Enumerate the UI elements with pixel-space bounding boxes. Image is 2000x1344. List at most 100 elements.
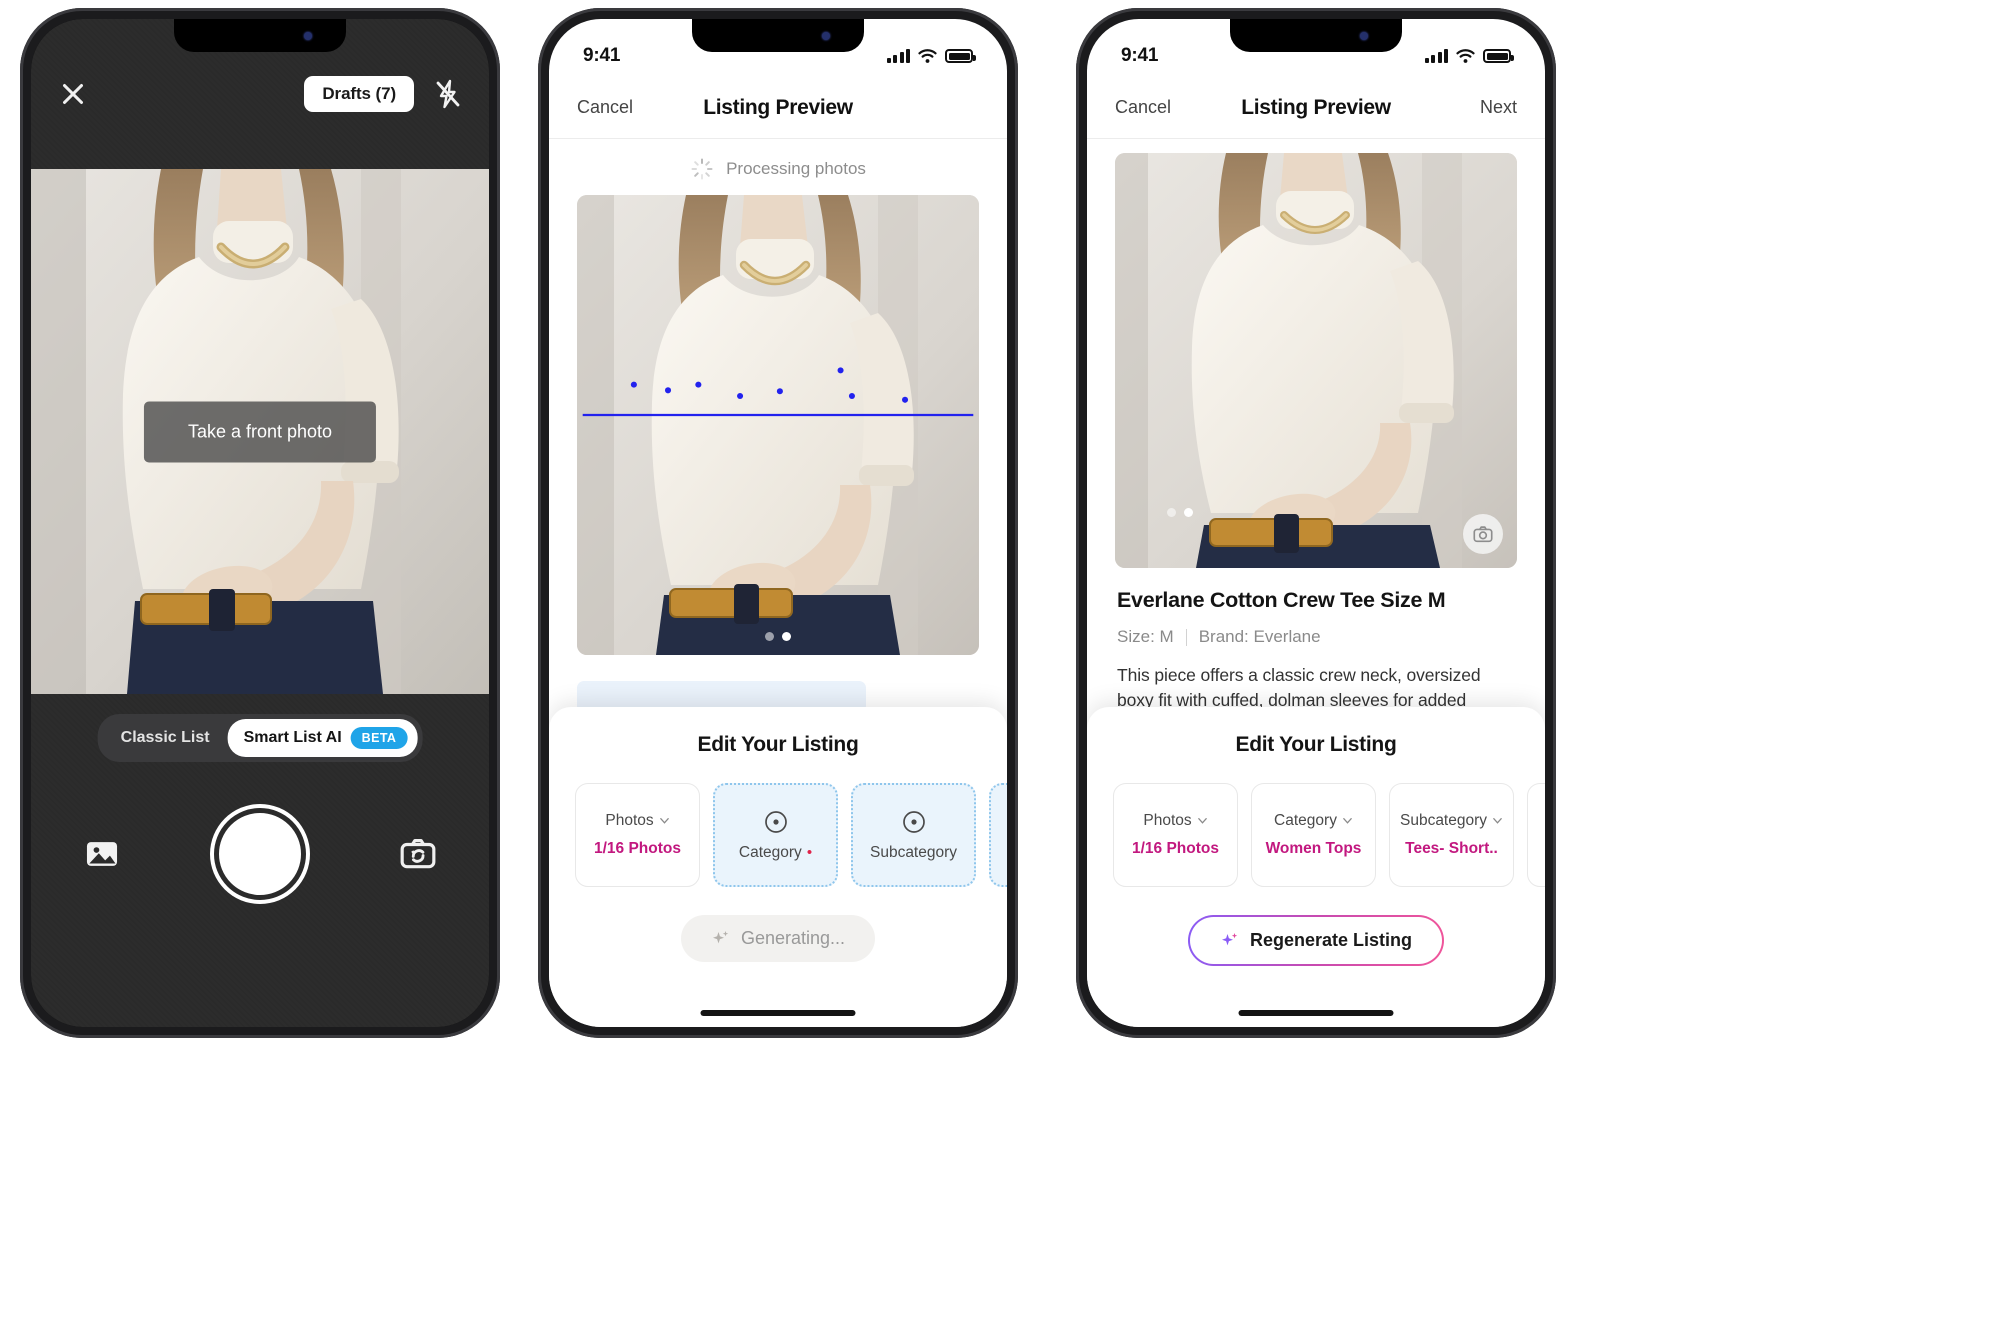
front-camera-dot-1 — [304, 32, 312, 40]
chip-subcategory-label: Subcategory — [1399, 811, 1488, 829]
page-title: Listing Preview — [1241, 95, 1391, 119]
photo-preview-2[interactable] — [577, 195, 979, 655]
shutter-button[interactable] — [214, 808, 306, 900]
camera-icon-badge[interactable] — [1463, 514, 1503, 554]
edit-listing-sheet-2: Edit Your Listing Photos 1/16 Photos Cat… — [549, 707, 1007, 1027]
battery-icon — [1483, 49, 1514, 63]
camera-viewfinder[interactable]: Take a front photo — [31, 169, 489, 694]
chip-category-head: Category • — [739, 844, 812, 862]
phone-frame-1: Drafts (7) Take a front photo Classic Li… — [20, 8, 500, 1038]
flash-off-icon[interactable] — [432, 78, 464, 110]
camera-hint-overlay: Take a front photo — [143, 401, 377, 462]
status-time: 9:41 — [1121, 45, 1159, 66]
chip-photos-label: Photos — [605, 811, 654, 829]
product-brand: Brand: Everlane — [1198, 627, 1321, 646]
camera-screen: Drafts (7) Take a front photo Classic Li… — [31, 19, 489, 1027]
listing-field-chips-2[interactable]: Photos 1/16 Photos Category • Subcategor… — [549, 783, 1007, 887]
sparkle-icon — [712, 930, 729, 943]
regenerate-listing-button[interactable]: Regenerate Listing — [1188, 915, 1444, 966]
chip-subcategory[interactable]: Subcategory Tees- Short.. — [1389, 783, 1514, 887]
chip-photos-label: Photos — [1143, 811, 1192, 829]
wifi-icon — [1456, 49, 1475, 63]
home-indicator-3 — [1238, 1010, 1394, 1016]
sparkle-icon — [1221, 932, 1238, 945]
status-time: 9:41 — [583, 45, 621, 66]
chip-subcategory-label: Subcategory — [869, 843, 958, 861]
chip-photos[interactable]: Photos 1/16 Photos — [1113, 783, 1238, 887]
chip-brand[interactable]: Br Ev — [1527, 783, 1545, 887]
chip-photos-head: Photos — [605, 812, 669, 830]
dot-1 — [1167, 508, 1176, 517]
sheet-title: Edit Your Listing — [1235, 733, 1397, 756]
photo-preview-3[interactable] — [1115, 153, 1517, 568]
status-indicators — [1424, 49, 1514, 63]
product-title: Everlane Cotton Crew Tee Size M — [1117, 588, 1446, 612]
listing-preview-generated-screen: 9:41 Cancel Listing Preview Next Everlan… — [1087, 19, 1545, 1027]
chip-subcategory-value: Tees- Short.. — [1405, 839, 1498, 857]
gallery-icon[interactable] — [83, 835, 121, 873]
battery-icon — [945, 49, 976, 63]
regenerate-listing-label: Regenerate Listing — [1249, 930, 1413, 950]
spinner-icon — [691, 158, 713, 180]
product-meta: Size: M Brand: Everlane — [1117, 627, 1515, 647]
sheet-cta-row-3: Regenerate Listing — [1087, 915, 1545, 966]
close-icon[interactable] — [56, 77, 90, 111]
required-indicator: • — [806, 844, 813, 861]
drafts-button[interactable]: Drafts (7) — [304, 76, 414, 112]
cancel-button[interactable]: Cancel — [577, 97, 633, 118]
cancel-button[interactable]: Cancel — [1115, 97, 1171, 118]
chip-category-label: Category — [738, 843, 802, 861]
nav-bar-3: Cancel Listing Preview Next — [1087, 77, 1545, 139]
add-target-icon — [764, 810, 787, 833]
phone-frame-3: 9:41 Cancel Listing Preview Next Everlan… — [1076, 8, 1556, 1038]
chip-subcategory-head: Subcategory — [1400, 812, 1503, 830]
chip-category-value: Women Tops — [1265, 839, 1362, 857]
chip-category-label: Category — [1274, 811, 1337, 829]
meta-divider — [1185, 628, 1187, 646]
panel-listing-preview-generated: 9:41 Cancel Listing Preview Next Everlan… — [1066, 0, 1596, 1344]
chip-brand[interactable]: B — [989, 783, 1007, 887]
chip-photos-value: 1/16 Photos — [594, 839, 681, 857]
page-title: Listing Preview — [703, 95, 853, 119]
three-phone-screenshot-stage: Drafts (7) Take a front photo Classic Li… — [0, 0, 2000, 1344]
chip-photos-value: 1/16 Photos — [1132, 839, 1219, 857]
photo-pagination-dots-2 — [765, 632, 791, 641]
wifi-icon — [918, 49, 937, 63]
camera-top-actions: Drafts (7) — [304, 76, 464, 112]
chip-category[interactable]: Category • — [713, 783, 838, 887]
chevron-down-icon — [1343, 818, 1352, 825]
chip-subcategory-head: Subcategory — [870, 844, 957, 862]
listing-preview-processing-screen: 9:41 Cancel Listing Preview Processing p… — [549, 19, 1007, 1027]
status-bar-2: 9:41 — [549, 19, 1007, 77]
dot-2 — [1184, 508, 1193, 517]
status-indicators — [886, 49, 976, 63]
phone-screen-1: Drafts (7) Take a front photo Classic Li… — [31, 19, 489, 1027]
dot-2 — [782, 632, 791, 641]
signal-bars-icon — [1424, 49, 1448, 63]
panel-camera-capture: Drafts (7) Take a front photo Classic Li… — [0, 0, 520, 1344]
chip-photos[interactable]: Photos 1/16 Photos — [575, 783, 700, 887]
photo-pagination-dots-3 — [1167, 508, 1193, 517]
add-target-icon — [902, 810, 925, 833]
panel-listing-preview-processing: 9:41 Cancel Listing Preview Processing p… — [528, 0, 1058, 1344]
generating-label: Generating... — [740, 928, 846, 948]
chip-photos-head: Photos — [1143, 812, 1207, 830]
panel-divider-1 — [520, 0, 528, 1344]
processing-status: Processing photos — [549, 139, 1007, 195]
nav-bar-2: Cancel Listing Preview — [549, 77, 1007, 139]
flip-camera-icon[interactable] — [399, 835, 437, 873]
preview-photo-image — [577, 195, 979, 655]
chip-category[interactable]: Category Women Tops — [1251, 783, 1376, 887]
preview-photo-image — [1115, 153, 1517, 568]
status-bar-3: 9:41 — [1087, 19, 1545, 77]
dot-1 — [765, 632, 774, 641]
chevron-down-icon — [1493, 818, 1502, 825]
generating-button: Generating... — [680, 915, 876, 962]
chevron-down-icon — [1197, 818, 1207, 825]
phone-frame-2: 9:41 Cancel Listing Preview Processing p… — [538, 8, 1018, 1038]
chip-subcategory[interactable]: Subcategory — [851, 783, 976, 887]
next-button[interactable]: Next — [1480, 97, 1517, 118]
listing-field-chips-3[interactable]: Photos 1/16 Photos Category Women Tops S… — [1087, 783, 1545, 887]
signal-bars-icon — [886, 49, 910, 63]
chip-category-head: Category — [1274, 812, 1353, 830]
